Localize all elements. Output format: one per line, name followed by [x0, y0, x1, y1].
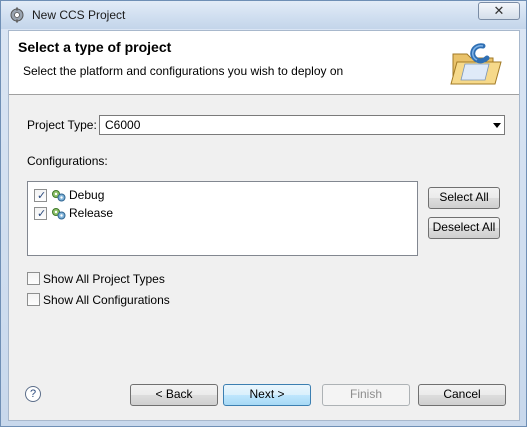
show-all-project-types-checkbox[interactable] — [27, 272, 40, 285]
debug-label: Debug — [69, 188, 105, 202]
wizard-header: Select a type of project Select the plat… — [9, 31, 519, 95]
title-bar[interactable]: New CCS Project ✕ — [1, 1, 526, 29]
show-all-configurations-label: Show All Configurations — [43, 293, 170, 307]
help-icon[interactable]: ? — [25, 386, 41, 402]
show-all-project-types-label: Show All Project Types — [43, 272, 165, 286]
close-button[interactable]: ✕ — [478, 2, 520, 20]
page-description: Select the platform and configurations y… — [23, 64, 344, 78]
checkmark-icon: ✓ — [37, 208, 47, 220]
next-button[interactable]: Next > — [223, 384, 311, 406]
configurations-list[interactable]: ✓ Debug ✓ Release — [27, 181, 418, 256]
dialog-window: New CCS Project ✕ Select a type of proje… — [0, 0, 527, 427]
dialog-client-area: Select a type of project Select the plat… — [8, 30, 520, 421]
back-button[interactable]: < Back — [130, 384, 218, 406]
release-checkbox[interactable]: ✓ — [34, 207, 47, 220]
config-gears-icon — [52, 208, 66, 220]
page-title: Select a type of project — [18, 39, 172, 55]
select-all-button[interactable]: Select All — [428, 187, 500, 209]
close-icon: ✕ — [493, 3, 505, 18]
project-type-label: Project Type: — [27, 118, 97, 132]
config-gears-icon — [52, 190, 66, 202]
cancel-button[interactable]: Cancel — [418, 384, 506, 406]
release-label: Release — [69, 206, 114, 220]
folder-c-icon — [450, 43, 502, 85]
show-all-configurations-checkbox[interactable] — [27, 293, 40, 306]
project-type-select[interactable]: C6000 — [99, 115, 505, 135]
app-icon — [10, 7, 24, 23]
debug-checkbox[interactable]: ✓ — [34, 189, 47, 202]
window-title: New CCS Project — [32, 8, 126, 22]
configurations-label: Configurations: — [27, 154, 108, 168]
deselect-all-button[interactable]: Deselect All — [428, 217, 500, 239]
project-type-value: C6000 — [105, 118, 141, 132]
chevron-down-icon — [493, 123, 501, 128]
finish-button[interactable]: Finish — [322, 384, 410, 406]
checkmark-icon: ✓ — [37, 190, 47, 202]
